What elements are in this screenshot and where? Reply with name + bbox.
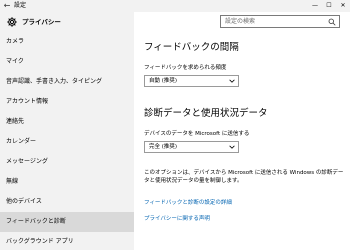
diagnostics-level-dropdown[interactable]: 完全 (推奨) [144,141,239,153]
sidebar-item-background-apps[interactable]: バックグラウンド アプリ [0,232,134,250]
sidebar-item-calendar[interactable]: カレンダー [0,132,134,152]
close-button[interactable]: ✕ [336,0,350,12]
sidebar-item-other-devices[interactable]: 他のデバイス [0,192,134,212]
search-input[interactable]: 設定の検索 [220,15,340,28]
chevron-down-icon [229,145,235,149]
search-icon[interactable] [328,18,336,26]
sidebar-item-messaging[interactable]: メッセージング [0,152,134,172]
diagnostics-send-label: デバイスのデータを Microsoft に送信する [144,131,250,137]
sidebar-item-microphone[interactable]: マイク [0,52,134,72]
sidebar-list: カメラ マイク 音声認識、手書き入力、タイピング アカウント情報 連絡先 カレン… [0,32,134,250]
sidebar: プライバシー カメラ マイク 音声認識、手書き入力、タイピング アカウント情報 … [0,12,134,250]
chevron-down-icon [229,79,235,83]
sidebar-header[interactable]: プライバシー [0,12,134,32]
sidebar-item-account-info[interactable]: アカウント情報 [0,92,134,112]
minimize-button[interactable]: — [308,0,322,12]
maximize-button[interactable]: ☐ [322,0,336,12]
sidebar-item-camera[interactable]: カメラ [0,32,134,52]
window-title: 設定 [14,2,27,9]
feedback-settings-link[interactable]: フィードバックと診断の設定の詳細 [144,199,232,207]
diagnostics-heading: 診断データと使用状況データ [144,108,268,119]
back-arrow-icon[interactable]: ← [2,1,12,11]
feedback-frequency-value: 自動 (推奨) [149,78,178,84]
sidebar-header-label: プライバシー [22,18,61,26]
sidebar-item-feedback-diagnostics[interactable]: フィードバックと診断 [0,212,134,232]
diagnostics-description: このオプションは、デバイスから Microsoft に送信される Windows… [144,170,344,184]
feedback-frequency-label: フィードバックを求められる頻度 [144,65,227,71]
sidebar-item-radios[interactable]: 無線 [0,172,134,192]
window-controls: — ☐ ✕ [308,0,350,12]
search-placeholder: 設定の検索 [225,18,256,25]
feedback-frequency-heading: フィードバックの間隔 [144,42,239,53]
sidebar-item-contacts[interactable]: 連絡先 [0,112,134,132]
privacy-statement-link[interactable]: プライバシーに関する声明 [144,215,210,223]
main-pane: 設定の検索 フィードバックの間隔 フィードバックを求められる頻度 自動 (推奨)… [134,12,350,250]
gear-icon [7,17,17,27]
diagnostics-level-value: 完全 (推奨) [149,144,178,150]
sidebar-item-speech-inking-typing[interactable]: 音声認識、手書き入力、タイピング [0,72,134,92]
feedback-frequency-dropdown[interactable]: 自動 (推奨) [144,75,239,87]
title-bar: ← 設定 — ☐ ✕ [0,0,350,12]
